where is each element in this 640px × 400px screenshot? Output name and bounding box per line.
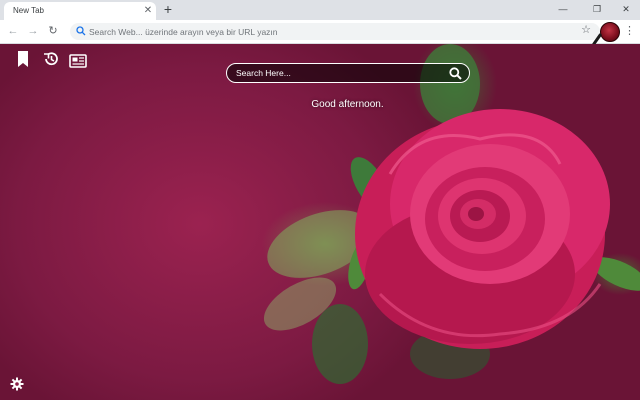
new-tab-page: Search Here... Good afternoon. bbox=[0, 44, 640, 400]
minimize-icon[interactable]: — bbox=[556, 3, 570, 15]
tab-title: New Tab bbox=[13, 6, 44, 15]
tab-new-tab[interactable]: New Tab ✕ bbox=[4, 2, 156, 20]
search-bar[interactable]: Search Here... bbox=[226, 63, 470, 83]
rose-background-image bbox=[263, 44, 640, 384]
magnifier-extension-icon[interactable] bbox=[600, 22, 620, 42]
tab-close-icon[interactable]: ✕ bbox=[142, 5, 154, 17]
maximize-icon[interactable]: ❐ bbox=[590, 3, 604, 15]
chrome-menu-icon[interactable]: ⋮ bbox=[624, 24, 635, 38]
address-bar[interactable]: Search Web... üzerinde arayın veya bir U… bbox=[70, 23, 600, 40]
window-close-icon[interactable]: ✕ bbox=[619, 3, 633, 15]
forward-button[interactable]: → bbox=[26, 24, 40, 38]
greeting-text: Good afternoon. bbox=[311, 99, 384, 110]
history-icon[interactable] bbox=[42, 50, 60, 68]
bookmark-star-icon[interactable]: ☆ bbox=[580, 24, 592, 36]
gear-icon[interactable] bbox=[10, 377, 24, 391]
search-icon[interactable] bbox=[449, 67, 462, 80]
tab-strip: New Tab ✕ + — ❐ ✕ bbox=[0, 0, 640, 20]
search-icon bbox=[76, 26, 86, 36]
search-input[interactable]: Search Here... bbox=[236, 68, 291, 78]
back-button[interactable]: ← bbox=[6, 24, 20, 38]
bookmark-icon[interactable] bbox=[14, 50, 32, 68]
reload-button[interactable]: ↻ bbox=[46, 24, 60, 38]
news-icon[interactable] bbox=[69, 52, 87, 70]
new-tab-button[interactable]: + bbox=[161, 2, 175, 17]
browser-toolbar: ← → ↻ Search Web... üzerinde arayın veya… bbox=[0, 20, 640, 44]
address-bar-placeholder: Search Web... üzerinde arayın veya bir U… bbox=[89, 27, 278, 37]
